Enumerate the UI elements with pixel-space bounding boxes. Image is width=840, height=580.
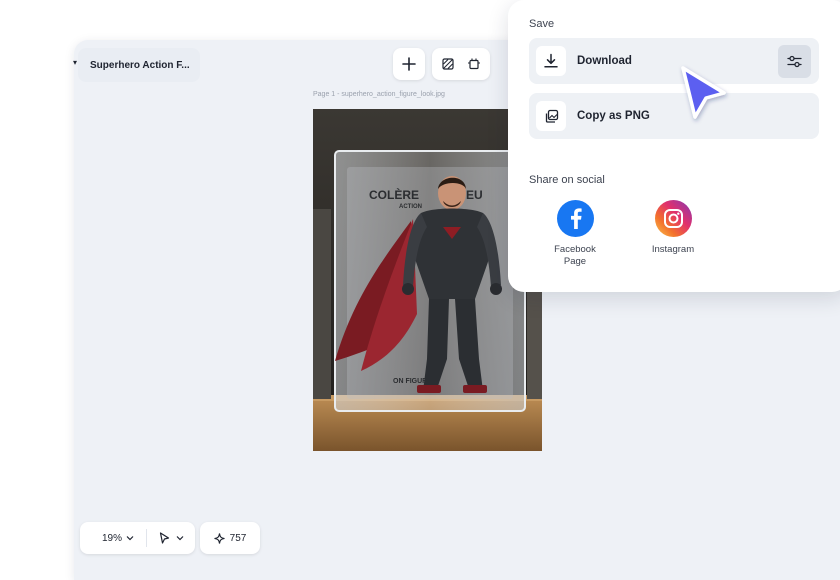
box-print-top: COLÈRE (369, 187, 419, 202)
copy-image-icon (545, 109, 558, 123)
share-heading: Share on social (529, 174, 605, 186)
zoom-dropdown[interactable]: 19% (80, 533, 134, 544)
box-print-top-right: EU (466, 188, 483, 202)
instagram-icon (654, 200, 692, 237)
sliders-icon (787, 55, 802, 68)
pointer-tool-dropdown[interactable] (159, 532, 184, 544)
download-icon (544, 53, 558, 68)
download-icon-box (536, 46, 566, 76)
pointer-icon (159, 532, 170, 544)
chevron-down-icon (126, 536, 134, 541)
mouse-cursor-icon (676, 62, 732, 131)
sparkle-icon (214, 532, 225, 544)
facebook-label: Facebook Page (554, 244, 596, 267)
copy-icon-box (536, 101, 566, 131)
credits-button[interactable]: 757 (200, 522, 260, 554)
plus-icon (402, 57, 416, 71)
zoom-control-bar: 19% (80, 522, 195, 554)
document-title[interactable]: Superhero Action F... (78, 48, 200, 82)
add-button[interactable] (393, 48, 425, 80)
chevron-down-icon (176, 536, 184, 541)
zoom-level: 19% (102, 532, 123, 544)
credits-count: 757 (229, 532, 247, 544)
download-button[interactable]: Download (529, 38, 819, 84)
crop-icon[interactable] (442, 58, 454, 70)
canvas-tools (432, 48, 490, 80)
share-facebook-page[interactable]: Facebook Page (540, 200, 610, 268)
download-label: Download (577, 55, 632, 67)
share-instagram[interactable]: Instagram (638, 200, 708, 256)
copy-as-png-button[interactable]: Copy as PNG (529, 93, 819, 139)
download-settings-button[interactable] (778, 45, 811, 78)
page-caption: Page 1 - superhero_action_figure_look.jp… (313, 91, 445, 98)
copy-as-png-label: Copy as PNG (577, 110, 650, 122)
save-panel: Save Download Copy as PNG Share on socia (508, 0, 840, 292)
save-heading: Save (529, 18, 555, 30)
resize-icon[interactable] (468, 58, 480, 70)
box-print-sub: ACTION (399, 204, 422, 210)
facebook-icon (556, 200, 594, 237)
instagram-label: Instagram (651, 244, 695, 255)
divider (146, 529, 148, 547)
document-title-text: Superhero Action F... (90, 59, 190, 71)
collapse-caret-icon[interactable]: ▾ (73, 58, 77, 67)
